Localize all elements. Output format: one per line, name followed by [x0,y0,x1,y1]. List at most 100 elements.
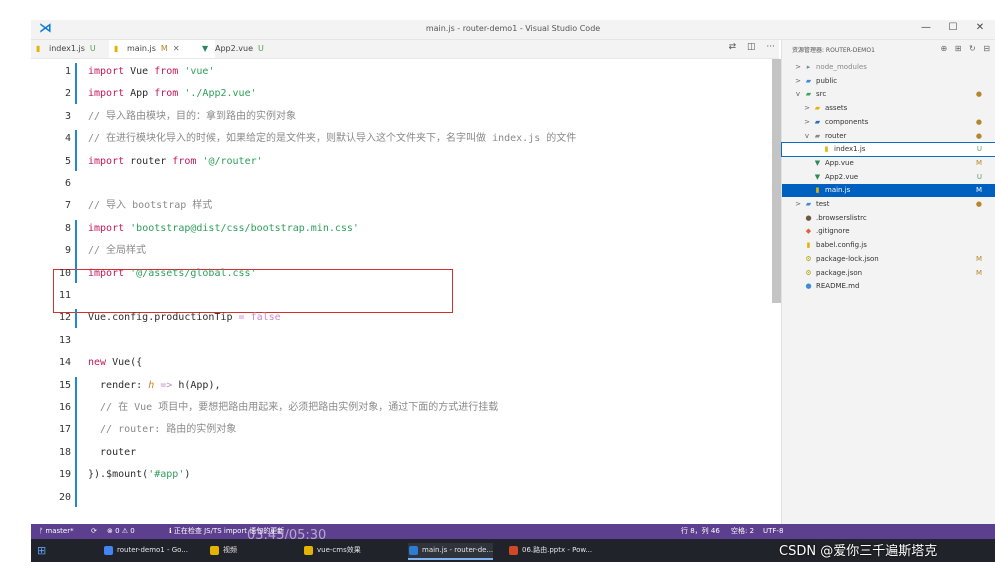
taskbar-item-label: 视频 [223,546,237,554]
file-type-icon: ▼ [814,158,821,167]
tab-label: App2.vue [215,44,253,53]
chevron-down-icon[interactable]: v [794,88,802,101]
git-status-badge: U [976,145,982,154]
git-status-badge: ● [975,117,982,126]
tab-app2-vue[interactable]: ▼ App2.vue U [197,40,297,58]
code-line[interactable]: 16 // 在 Vue 项目中，要想把路由用起来，必须把路由实例对象，通过下面的… [31,397,771,419]
code-line[interactable]: 4 // 在进行模块化导入的时候，如果给定的是文件夹，则默认导入这个文件夹下，名字… [31,128,771,150]
explorer-item[interactable]: v ▰ router ● [782,130,995,143]
explorer-item[interactable]: > ▰ test ● [782,198,995,211]
explorer-item[interactable]: ▼ App.vue M [782,157,995,170]
code-line[interactable]: 2 import App from './App2.vue' [31,83,771,105]
code-token: Vue({ [106,357,143,369]
indent-spaces[interactable]: 空格: 2 [731,524,754,539]
new-file-icon[interactable]: ⊕ [941,44,948,53]
code-token: // 全局样式 [88,245,147,257]
explorer-item[interactable]: ⚙ package.json M [782,267,995,280]
code-token: false [250,312,281,324]
code-editor[interactable]: 1 import Vue from 'vue' 2 import App from '… [31,59,781,524]
close-window-button[interactable]: ✕ [970,22,990,33]
git-change-marker [75,63,77,104]
code-line[interactable]: 14 new Vue({ [31,352,771,374]
code-line[interactable]: 3 // 导入路由模块，目的：拿到路由的实例对象 [31,106,771,128]
line-number: 5 [64,155,71,167]
code-line[interactable]: 7 // 导入 bootstrap 样式 [31,195,771,217]
code-line[interactable]: 13 [31,330,771,352]
git-change-marker [75,130,77,171]
collapse-all-icon[interactable]: ⊟ [983,44,990,53]
sync-icon[interactable]: ⟳ [91,524,97,539]
explorer-item-label: components [825,117,869,126]
file-type-icon: ▰ [805,200,812,208]
explorer-item[interactable]: > ▰ assets [782,102,995,115]
refresh-icon[interactable]: ↻ [969,44,976,53]
editor-scrollbar[interactable] [772,59,781,303]
explorer-item[interactable]: ● .browserslistrc [782,212,995,225]
tab-status: M [160,44,168,53]
explorer-item[interactable]: v ▰ src ● [782,88,995,101]
git-change-marker [75,219,77,283]
chevron-right-icon[interactable]: > [803,102,811,115]
chevron-right-icon[interactable]: > [803,116,811,129]
explorer-item[interactable]: > ▸ node_modules [782,61,995,74]
code-token: import [88,267,125,279]
code-line[interactable]: 17 // router: 路由的实例对象 [31,419,771,441]
explorer-item[interactable]: > ▰ public [782,75,995,88]
explorer-item[interactable]: ▮ index1.js U [781,142,995,158]
split-editor-icon[interactable]: ◫ [747,42,756,52]
minimize-button[interactable]: — [916,22,936,33]
code-line[interactable]: 19}).$mount('#app') [31,464,771,486]
code-line[interactable]: 1 import Vue from 'vue' [31,61,771,83]
file-type-icon: ● [805,282,812,291]
explorer-item[interactable]: ▼ App2.vue U [782,171,995,184]
code-text: import App from './App2.vue' [88,83,257,105]
taskbar-item[interactable]: 视频 [209,543,237,558]
explorer-header: 资源管理器: ROUTER-DEMO1 [792,47,875,54]
maximize-button[interactable]: ☐ [943,22,963,33]
chevron-down-icon[interactable]: v [803,130,811,143]
code-line[interactable]: 18 router [31,442,771,464]
explorer-item[interactable]: ● README.md [782,280,995,293]
start-icon[interactable]: ⊞ [33,543,46,558]
open-changes-icon[interactable]: ⇄ [729,42,737,52]
vue-file-icon: ▼ [202,44,209,53]
taskbar-item[interactable]: main.js - router-de... [408,543,494,560]
tab-close-icon[interactable]: ✕ [173,44,180,53]
new-folder-icon[interactable]: ⊞ [955,44,962,53]
code-line[interactable]: 12 Vue.config.productionTip = false [31,307,771,329]
app-icon [509,546,518,555]
taskbar-item-label: router-demo1 - Go... [117,546,188,554]
problems-indicator[interactable]: ⊗ 0 ⚠ 0 [107,524,135,539]
explorer-item[interactable]: ▮ babel.config.js [782,239,995,252]
explorer-item[interactable]: ⚙ package-lock.json M [782,253,995,266]
explorer-item[interactable]: > ▰ components ● [782,116,995,129]
git-status-badge: U [976,172,982,181]
code-line[interactable]: 20 [31,487,771,509]
code-line[interactable]: 8 import 'bootstrap@dist/css/bootstrap.mi… [31,218,771,240]
code-line[interactable]: 5 import router from '@/router' [31,151,771,173]
cursor-position[interactable]: 行 8，列 46 [681,524,720,539]
code-line[interactable]: 11 [31,285,771,307]
code-token: }).$mount( [88,469,149,481]
code-line[interactable]: 6 [31,173,771,195]
taskbar-item[interactable]: router-demo1 - Go... [103,543,188,558]
chevron-right-icon[interactable]: > [794,75,802,88]
file-type-icon: ◆ [805,227,812,236]
chevron-right-icon[interactable]: > [794,61,802,74]
code-token: new [88,357,107,369]
code-line[interactable]: 10 import '@/assets/global.css' [31,263,771,285]
file-type-icon: ● [805,213,812,222]
code-line[interactable]: 9 // 全局样式 [31,240,771,262]
explorer-item[interactable]: ▮ main.js M [782,184,995,198]
code-line[interactable]: 15 render: h => h(App), [31,375,771,397]
taskbar-item[interactable]: 06.路由.pptx - Pow... [508,543,592,558]
explorer-item[interactable]: ◆ .gitignore [782,225,995,238]
explorer-item-label: main.js [825,186,851,195]
file-type-icon: ▸ [806,63,811,71]
git-branch[interactable]: ᚠ master* [39,524,74,539]
file-encoding[interactable]: UTF-8 [763,524,783,539]
taskbar-item[interactable]: vue-cms效果 [303,543,361,558]
more-actions-icon[interactable]: ··· [766,42,775,52]
chevron-right-icon[interactable]: > [794,198,802,211]
line-number: 16 [58,402,71,413]
